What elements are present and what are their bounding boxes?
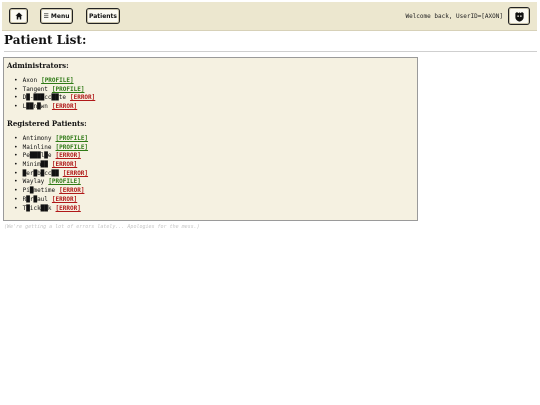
- patient-name: T█ick██k: [22, 204, 52, 212]
- error-link[interactable]: [ERROR]: [70, 94, 95, 101]
- administrator-item: L██n█wn [ERROR]: [14, 103, 95, 112]
- patients-button[interactable]: Patients: [86, 8, 120, 24]
- patient-name: Pi█metime: [22, 187, 56, 195]
- shield-icon: [514, 11, 524, 22]
- top-navigation-bar: ☰ Menu Patients Welcome back, UserID=[AX…: [2, 2, 537, 31]
- patient-name: Mainline: [22, 143, 52, 151]
- footer-note: (We're getting a lot of errors lately...…: [4, 224, 200, 230]
- profile-link[interactable]: [PROFILE]: [56, 135, 89, 142]
- patient-name: Waylay: [22, 178, 45, 186]
- patient-name: L██n█wn: [22, 103, 48, 111]
- registered-patient-item: Pe███l█e [ERROR]: [14, 152, 88, 161]
- patient-name: R█r█aul: [22, 195, 48, 203]
- error-link[interactable]: [ERROR]: [56, 205, 81, 212]
- registered-patients-heading: Registered Patients:: [7, 119, 87, 128]
- registered-patient-item: █er█b█cc██ [ERROR]: [14, 170, 88, 179]
- registered-patients-list: Antimony[PROFILE]Mainline[PROFILE]Pe███l…: [14, 135, 88, 213]
- registered-patient-item: Minim██ [ERROR]: [14, 161, 88, 170]
- patient-name: D█-███cc██te: [22, 94, 66, 102]
- home-button[interactable]: [9, 8, 28, 24]
- patient-name: Antimony: [22, 135, 52, 142]
- error-link[interactable]: [ERROR]: [56, 152, 81, 159]
- error-link[interactable]: [ERROR]: [63, 170, 88, 177]
- welcome-message: Welcome back, UserID=[AXON]: [405, 13, 503, 20]
- profile-link[interactable]: [PROFILE]: [52, 86, 85, 93]
- registered-patient-item: R█r█aul [ERROR]: [14, 196, 88, 205]
- registered-patient-item: T█ick██k [ERROR]: [14, 205, 88, 214]
- error-link[interactable]: [ERROR]: [59, 187, 84, 194]
- registered-patient-item: Antimony [PROFILE]: [14, 135, 88, 144]
- profile-link[interactable]: [PROFILE]: [48, 178, 81, 185]
- administrator-item: Axon[PROFILE]: [14, 77, 95, 86]
- error-link[interactable]: [ERROR]: [52, 196, 77, 203]
- administrators-list: Axon[PROFILE]Tangent[PROFILE]D█-███cc██t…: [14, 77, 96, 112]
- patient-name: Minim██: [22, 161, 48, 169]
- page-title: Patient List:: [4, 33, 87, 47]
- profile-link[interactable]: [PROFILE]: [41, 77, 74, 84]
- shield-button[interactable]: [508, 7, 530, 25]
- home-icon: [15, 12, 22, 20]
- registered-patient-item: Waylay[PROFILE]: [14, 178, 88, 187]
- error-link[interactable]: [ERROR]: [52, 161, 77, 168]
- registered-patient-item: Pi█metime[ERROR]: [14, 187, 88, 196]
- patient-list-panel: Administrators: Axon[PROFILE]Tangent[PRO…: [3, 57, 418, 221]
- patient-name: Axon: [22, 77, 38, 84]
- administrators-heading: Administrators:: [7, 61, 69, 70]
- patient-name: Pe███l█e: [22, 152, 52, 160]
- menu-button[interactable]: ☰ Menu: [40, 8, 73, 24]
- administrator-item: D█-███cc██te [ERROR]: [14, 94, 96, 103]
- error-link[interactable]: [ERROR]: [52, 103, 77, 110]
- patient-name: █er█b█cc██: [22, 169, 59, 177]
- profile-link[interactable]: [PROFILE]: [56, 144, 89, 151]
- title-divider: [4, 51, 537, 52]
- patient-name: Tangent: [22, 85, 48, 93]
